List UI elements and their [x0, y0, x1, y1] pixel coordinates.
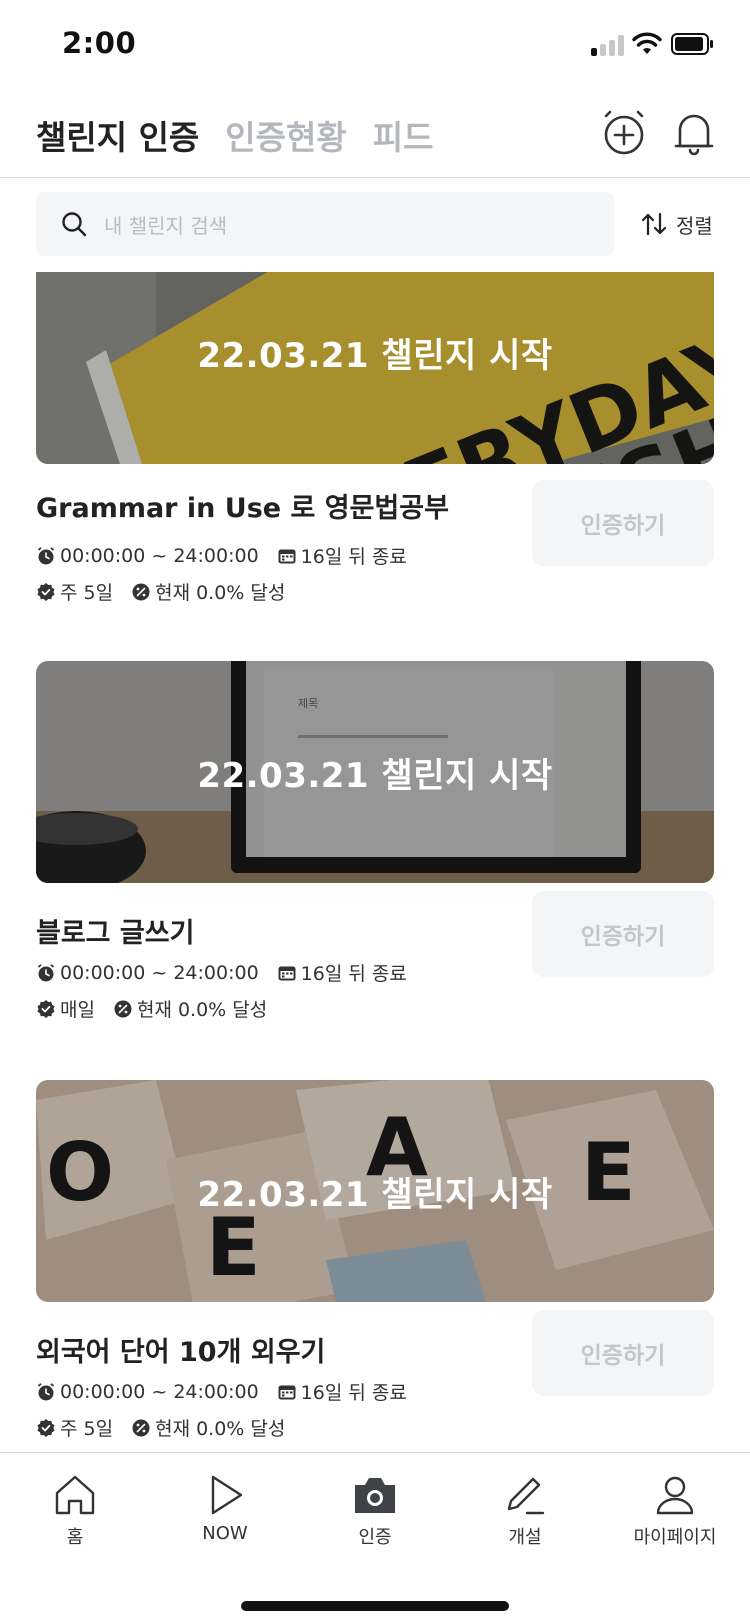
- nav-mypage-label: 마이페이지: [633, 1527, 717, 1548]
- bell-icon[interactable]: [670, 108, 718, 158]
- banner-start-date: 22.03.21 챌린지 시작: [197, 1174, 553, 1215]
- certify-button[interactable]: 인증하기: [532, 480, 714, 566]
- camera-icon: [355, 1478, 395, 1513]
- tab-feed[interactable]: 피드: [373, 111, 434, 159]
- top-tabs: 챌린지 인증 인증현황 피드: [36, 110, 459, 160]
- search-placeholder: 내 챌린지 검색: [104, 213, 228, 238]
- home-icon: [55, 1475, 95, 1515]
- nav-mypage[interactable]: 마이페이지: [605, 1473, 745, 1553]
- percent-icon: [132, 583, 150, 600]
- percent-icon: [114, 1000, 132, 1017]
- calendar-icon: [278, 1385, 296, 1399]
- challenge-card: O E A E 22.03.21 챌린지 시작 외국어 단어 10개 외우기 0…: [0, 1080, 750, 1460]
- banner-start-date: 22.03.21 챌린지 시작: [197, 335, 553, 376]
- challenge-card: EVERYDAY ENGLISH 22.03.21 챌린지 시작 Grammar…: [0, 272, 750, 652]
- verified-check-icon: [37, 582, 55, 601]
- challenge-frequency: 매일: [60, 999, 95, 1021]
- person-icon: [656, 1476, 694, 1515]
- header-divider: [0, 177, 750, 178]
- challenge-progress: 현재 0.0% 달성: [155, 1418, 286, 1440]
- alarm-clock-icon: [37, 546, 55, 564]
- sort-button[interactable]: 정렬: [640, 206, 713, 242]
- challenge-banner[interactable]: O E A E 22.03.21 챌린지 시작: [36, 1080, 714, 1302]
- nav-certify-label: 인증: [358, 1527, 392, 1548]
- pencil-icon: [507, 1477, 545, 1515]
- search-input[interactable]: 내 챌린지 검색: [36, 192, 614, 256]
- banner-start-date: 22.03.21 챌린지 시작: [197, 755, 553, 796]
- challenge-schedule: 00:00:00 ~ 24:00:00 16일 뒤 종료: [36, 542, 407, 569]
- sort-label: 정렬: [676, 213, 713, 238]
- nav-certify[interactable]: 인증: [305, 1473, 445, 1553]
- challenge-frequency: 주 5일: [60, 1418, 114, 1440]
- status-time: 2:00: [62, 26, 137, 60]
- play-icon: [211, 1475, 243, 1515]
- challenge-title: Grammar in Use 로 영문법공부: [36, 493, 449, 524]
- calendar-icon: [278, 549, 296, 563]
- challenge-banner[interactable]: 제목 22.03.21 챌린지 시작: [36, 661, 714, 883]
- challenge-schedule: 00:00:00 ~ 24:00:00 16일 뒤 종료: [36, 1378, 407, 1405]
- status-bar: 2:00: [0, 0, 750, 88]
- challenge-card: 제목 22.03.21 챌린지 시작 블로그 글쓰기 00:00:00 ~ 24…: [0, 661, 750, 1041]
- certify-button[interactable]: 인증하기: [532, 1310, 714, 1396]
- challenge-title: 외국어 단어 10개 외우기: [36, 1337, 326, 1368]
- challenge-frequency: 주 5일: [60, 582, 114, 604]
- add-alarm-icon[interactable]: [600, 108, 648, 158]
- challenge-time: 00:00:00 ~ 24:00:00: [60, 1380, 259, 1403]
- nav-create[interactable]: 개설: [455, 1473, 595, 1553]
- verified-check-icon: [37, 999, 55, 1018]
- challenge-status: 주 5일 현재 0.0% 달성: [36, 1414, 285, 1441]
- challenge-title: 블로그 글쓰기: [36, 918, 195, 949]
- nav-now[interactable]: NOW: [155, 1473, 295, 1553]
- wifi-icon: [632, 32, 662, 54]
- challenge-progress: 현재 0.0% 달성: [136, 999, 268, 1021]
- search-icon: [62, 212, 87, 237]
- challenge-time: 00:00:00 ~ 24:00:00: [60, 544, 259, 567]
- nav-home[interactable]: 홈: [5, 1473, 145, 1553]
- home-indicator: [241, 1601, 509, 1611]
- nav-home-label: 홈: [66, 1527, 84, 1548]
- challenge-deadline: 16일 뒤 종료: [300, 963, 407, 985]
- challenge-deadline: 16일 뒤 종료: [300, 1382, 407, 1404]
- certify-button[interactable]: 인증하기: [532, 891, 714, 977]
- challenge-deadline: 16일 뒤 종료: [300, 546, 407, 568]
- tab-certify-status[interactable]: 인증현황: [225, 111, 346, 159]
- tab-challenge-certify[interactable]: 챌린지 인증: [36, 111, 199, 159]
- nav-now-label: NOW: [202, 1523, 248, 1544]
- alarm-clock-icon: [37, 963, 55, 981]
- challenge-status: 주 5일 현재 0.0% 달성: [36, 578, 285, 605]
- battery-icon: [671, 33, 713, 55]
- sort-icon: [641, 212, 667, 236]
- challenge-banner[interactable]: EVERYDAY ENGLISH 22.03.21 챌린지 시작: [36, 272, 714, 464]
- bottom-nav: 홈 NOW 인증 개설 마이페이지: [0, 1452, 750, 1623]
- challenge-time: 00:00:00 ~ 24:00:00: [60, 961, 259, 984]
- nav-create-label: 개설: [508, 1527, 542, 1548]
- challenge-progress: 현재 0.0% 달성: [155, 582, 286, 604]
- challenge-status: 매일 현재 0.0% 달성: [36, 995, 267, 1022]
- challenge-schedule: 00:00:00 ~ 24:00:00 16일 뒤 종료: [36, 959, 407, 986]
- calendar-icon: [278, 966, 296, 980]
- verified-check-icon: [37, 1418, 55, 1437]
- percent-icon: [132, 1419, 150, 1436]
- alarm-clock-icon: [37, 1382, 55, 1400]
- cellular-signal-icon: [591, 34, 627, 56]
